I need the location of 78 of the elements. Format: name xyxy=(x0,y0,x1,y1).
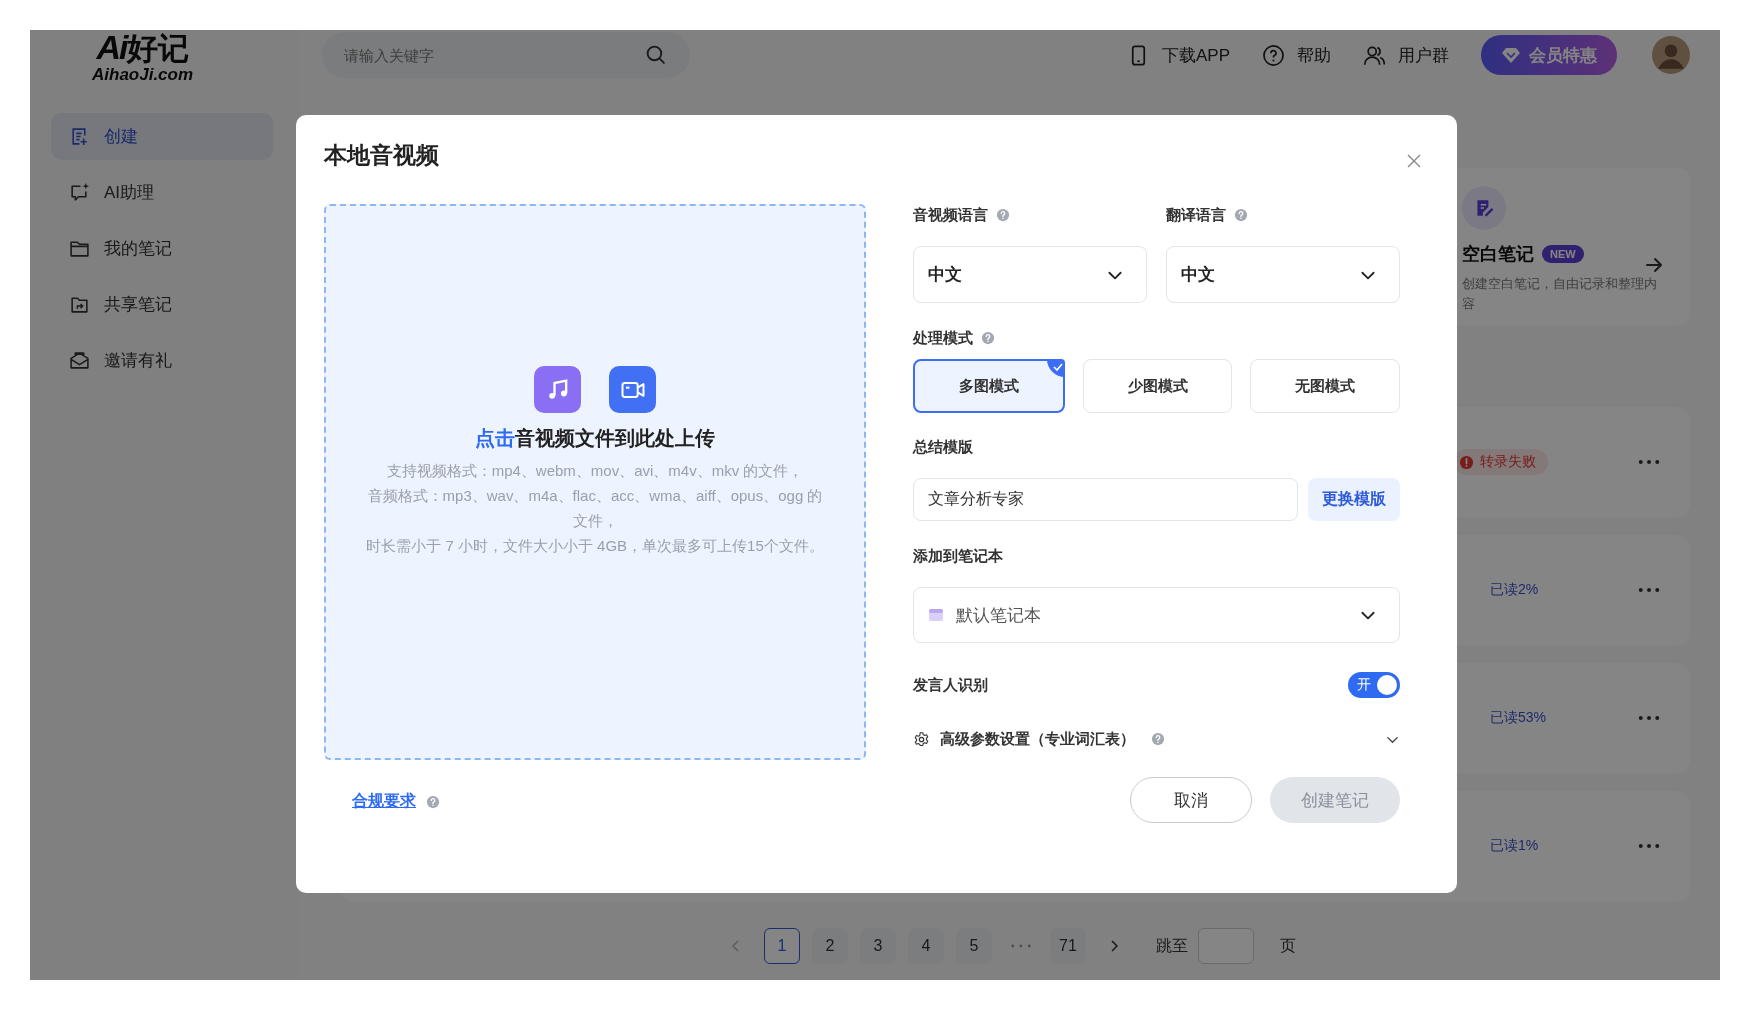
mode-option[interactable]: 多图模式 xyxy=(913,359,1065,413)
status-text: 已读2% xyxy=(1490,581,1539,599)
compliance-link[interactable]: 合规要求 xyxy=(352,791,416,812)
change-template-button[interactable]: 更换模版 xyxy=(1308,478,1400,521)
upload-link[interactable]: 点击 xyxy=(475,427,515,449)
mode-option[interactable]: 少图模式 xyxy=(1082,359,1233,413)
avatar[interactable] xyxy=(1652,36,1690,74)
template-field[interactable]: 文章分析专家 xyxy=(913,478,1298,521)
help-icon[interactable] xyxy=(996,208,1010,222)
language-select[interactable]: 中文 xyxy=(1166,246,1400,303)
language-select[interactable]: 中文 xyxy=(913,246,1147,303)
logo[interactable]: Ai好记 AihaoJi.com xyxy=(92,30,194,83)
page-button[interactable]: 71 xyxy=(1050,928,1086,964)
more-icon[interactable] xyxy=(1638,587,1660,593)
field-label: 发言人识别 xyxy=(913,675,988,695)
notebook-icon xyxy=(928,607,944,623)
close-icon[interactable] xyxy=(1406,153,1422,169)
page-button[interactable]: 2 xyxy=(812,928,848,964)
status-text: 已读1% xyxy=(1490,837,1539,855)
page-input[interactable] xyxy=(1198,928,1254,964)
field-label: 翻译语言 xyxy=(1166,205,1226,225)
gear-icon xyxy=(913,730,930,748)
field-label: 添加到笔记本 xyxy=(913,546,1003,566)
page-button[interactable]: 1 xyxy=(764,928,800,964)
card-title: 空白笔记 xyxy=(1462,243,1534,266)
page-unit: 页 xyxy=(1280,935,1296,956)
upload-prompt: 点击音视频文件到此处上传 xyxy=(475,426,715,451)
header-link[interactable]: 用户群 xyxy=(1363,43,1449,67)
field-label: 处理模式 xyxy=(913,328,973,348)
envelope-icon xyxy=(69,350,90,371)
header-link[interactable]: 下载APP xyxy=(1126,43,1230,67)
dialog-title: 本地音视频 xyxy=(324,141,439,170)
page-button[interactable]: 5 xyxy=(956,928,992,964)
card-description: 创建空白笔记，自由记录和整理内容 xyxy=(1462,275,1657,313)
cancel-button[interactable]: 取消 xyxy=(1130,777,1252,823)
notebook-select[interactable]: 默认笔记本 xyxy=(913,587,1400,643)
jump-label: 跳至 xyxy=(1156,935,1188,956)
sidebar-item[interactable]: AI助理 xyxy=(51,169,273,216)
sidebar-item[interactable]: 创建 xyxy=(51,113,273,160)
help-icon[interactable] xyxy=(426,794,440,809)
search-field[interactable]: 请输入关键字 xyxy=(322,32,690,78)
page-button[interactable]: 4 xyxy=(908,928,944,964)
search-icon[interactable] xyxy=(645,44,666,65)
more-icon[interactable] xyxy=(1638,843,1660,849)
advanced-settings[interactable]: 高级参数设置（专业词汇表） xyxy=(913,728,1400,750)
chat-sparkle-icon xyxy=(69,182,90,203)
upload-hint: 支持视频格式：mp4、webm、mov、avi、m4v、mkv 的文件， xyxy=(386,461,804,481)
help-icon[interactable] xyxy=(981,331,995,345)
more-icon[interactable] xyxy=(1638,459,1660,465)
toggle-switch[interactable]: 开 xyxy=(1348,672,1400,698)
help-icon[interactable] xyxy=(1234,208,1248,222)
mode-option[interactable]: 无图模式 xyxy=(1250,359,1400,413)
upload-hint: 时长需小于 7 小时，文件大小小于 4GB，单次最多可上传15个文件。 xyxy=(366,536,824,556)
ellipsis-icon xyxy=(1010,943,1032,949)
new-badge: NEW xyxy=(1542,245,1584,263)
folder-arrow-icon xyxy=(69,294,90,315)
vip-button[interactable]: 会员特惠 xyxy=(1481,35,1617,75)
video-camera-icon xyxy=(609,366,656,413)
check-icon xyxy=(1046,359,1065,377)
music-note-icon xyxy=(534,366,581,413)
sidebar-item[interactable]: 共享笔记 xyxy=(51,281,273,328)
help-icon xyxy=(1262,43,1285,67)
upload-drop-zone[interactable]: 点击音视频文件到此处上传 支持视频格式：mp4、webm、mov、avi、m4v、mkv 的文件， 音频格式：mp3、wav、m4a、flac、acc、wma、aiff、opus、ogg 的文件， 时长需小于 7 小时，文件大小小于 4GB，单次最多可上传15个文件。 xyxy=(324,204,866,760)
folder-icon xyxy=(69,238,90,259)
more-icon[interactable] xyxy=(1638,715,1660,721)
header-link[interactable]: 帮助 xyxy=(1262,43,1331,67)
status-text: 已读53% xyxy=(1490,709,1547,727)
diamond-icon xyxy=(1501,45,1521,65)
arrow-right-icon[interactable] xyxy=(1644,255,1664,275)
page-button[interactable]: 3 xyxy=(860,928,896,964)
document-plus-icon xyxy=(69,126,90,147)
field-label: 总结模版 xyxy=(913,437,973,457)
sidebar-item[interactable]: 邀请有礼 xyxy=(51,337,273,384)
upload-hint: 音频格式：mp3、wav、m4a、flac、acc、wma、aiff、opus、ogg 的文件， xyxy=(366,486,824,531)
note-edit-icon xyxy=(1462,186,1506,230)
field-label: 音视频语言 xyxy=(913,205,988,225)
sidebar-item[interactable]: 我的笔记 xyxy=(51,225,273,272)
help-icon[interactable] xyxy=(1151,732,1165,746)
